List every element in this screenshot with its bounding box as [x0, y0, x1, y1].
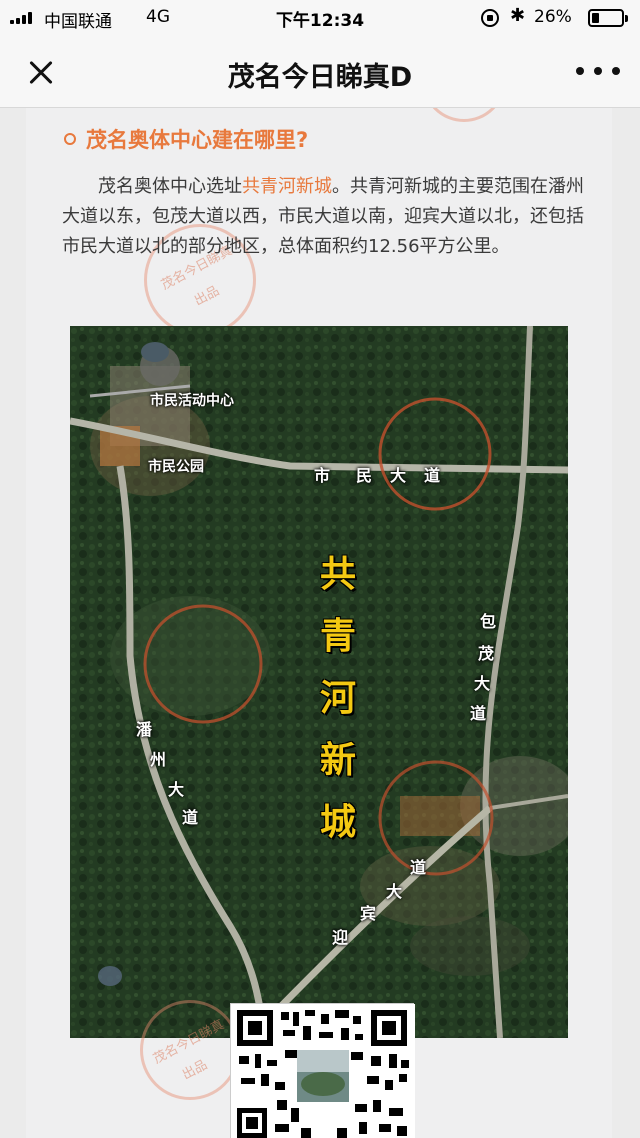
district-name: 共 青 河 新 城 [314, 544, 362, 854]
watermark-stamp: 茂名今日睇真 出品 [140, 1000, 240, 1100]
road-label-char: 民 [356, 466, 373, 485]
road-label-char: 州 [150, 750, 167, 769]
watermark-stamp [422, 108, 506, 122]
district-name-char: 城 [319, 802, 356, 843]
road-label-char: 道 [424, 466, 441, 485]
nav-bar: 茂名今日睇真D [0, 36, 640, 108]
road-label-char: 道 [410, 858, 427, 877]
road-label-char: 大 [168, 780, 185, 799]
road-label-char: 包 [480, 612, 497, 631]
road-label-char: 道 [470, 704, 487, 723]
orientation-lock-icon [481, 9, 499, 27]
road-label-char: 迎 [332, 928, 349, 947]
qr-code-image[interactable] [230, 1003, 415, 1138]
page-title: 茂名今日睇真D [227, 62, 413, 93]
battery-icon [588, 9, 628, 27]
road-label-char: 宾 [360, 904, 377, 923]
status-bar: 中国联通 4G 下午12:34 ✱ 26% [0, 0, 640, 36]
road-label-char: 潘 [136, 720, 153, 739]
road-label-char: 大 [386, 882, 403, 901]
bluetooth-icon: ✱ [510, 5, 526, 26]
district-name-char: 新 [319, 740, 356, 781]
paragraph-text: 茂名奥体中心选址 [98, 176, 242, 197]
more-icon[interactable] [576, 64, 620, 78]
road-label-char: 大 [390, 466, 407, 485]
section-title: 茂名奥体中心建在哪里? [86, 128, 309, 152]
map-label-civic-center: 市民活动中心 [150, 393, 234, 409]
district-name-char: 青 [319, 616, 356, 657]
road-label-char: 大 [474, 674, 491, 693]
close-icon[interactable] [22, 56, 62, 90]
battery-percent: 26% [534, 7, 572, 27]
article-paragraph: 茂名奥体中心选址共青河新城。共青河新城的主要范围在潘州大道以东，包茂大道以西，市… [62, 172, 590, 262]
highlight-link: 共青河新城 [242, 176, 332, 197]
satellite-map-image: 市民活动中心 市民公园 市 民 大 道 包 茂 大 道 潘 州 大 道 迎 宾 … [70, 326, 568, 1038]
district-name-char: 共 [319, 554, 356, 595]
section-header: 茂名奥体中心建在哪里? [64, 124, 308, 154]
circle-bullet-icon [64, 133, 76, 145]
article-page: 茂名奥体中心建在哪里? 茂名今日睇真 出品 茂名奥体中心选址共青河新城。共青河新… [26, 108, 612, 1138]
road-label-char: 市 [314, 466, 331, 485]
map-label-civic-park: 市民公园 [148, 459, 204, 475]
road-label-char: 茂 [478, 644, 495, 663]
district-name-char: 河 [319, 678, 356, 719]
road-label-char: 道 [182, 808, 199, 827]
